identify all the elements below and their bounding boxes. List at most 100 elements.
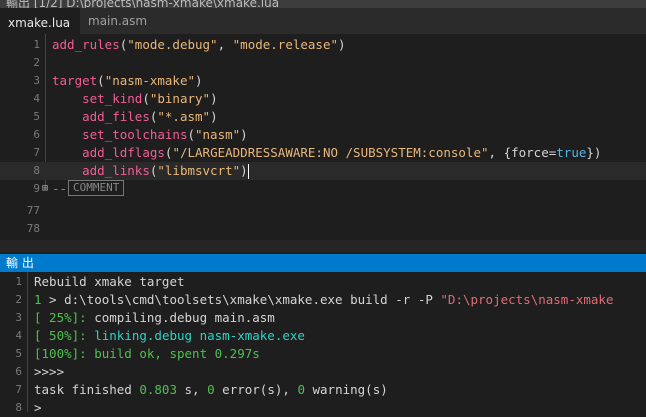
line-number: 2 xyxy=(15,293,22,306)
code-token: set_kind xyxy=(82,91,143,106)
code-token: add_ldflags xyxy=(82,145,165,160)
folded-comment-line[interactable]: 9 ⊞ -- COMMENT xyxy=(0,180,646,198)
code-token: "*.asm" xyxy=(157,109,211,124)
code-token: "binary" xyxy=(149,91,211,106)
output-line: 8 > xyxy=(0,399,646,417)
output-token: > d:\tools\cmd\toolsets\xmake\xmake.exe … xyxy=(41,292,441,307)
output-line: 4 [ 50%]: linking.debug nasm-xmake.exe xyxy=(0,327,646,345)
code-token: "/LARGEADDRESSAWARE:NO /SUBSYSTEM:consol… xyxy=(172,145,489,160)
code-token: ) xyxy=(195,73,203,88)
line-number: 3 xyxy=(33,74,40,87)
code-editor[interactable]: 1 add_rules("mode.debug", "mode.release")… xyxy=(0,34,646,240)
editor-horizontal-scrollbar[interactable] xyxy=(0,240,646,252)
output-line: 3 [ 25%]: compiling.debug main.asm xyxy=(0,309,646,327)
output-token: [100%]: build ok, spent 0.297s xyxy=(34,346,260,361)
output-panel[interactable]: 1 Rebuild xmake target 2 1 > d:\tools\cmd\t… xyxy=(0,272,646,415)
output-text: [ 25%]: compiling.debug main.asm xyxy=(34,309,275,327)
line-number: 8 xyxy=(33,164,40,177)
code-text: add_links("libmsvcrt") xyxy=(52,162,249,180)
output-panel-title: 輸 出 xyxy=(6,256,34,270)
code-text: target("nasm-xmake") xyxy=(52,72,203,90)
text-cursor xyxy=(247,164,249,179)
line-number: 78 xyxy=(26,222,40,235)
output-token: linking.debug nasm-xmake.exe xyxy=(94,328,305,343)
output-token: task finished xyxy=(34,382,140,397)
line-number: 4 xyxy=(15,329,22,342)
line-number: 4 xyxy=(33,92,40,105)
code-text: set_toolchains("nasm") xyxy=(52,126,248,144)
output-text: > xyxy=(34,399,42,417)
output-line: 5 [100%]: build ok, spent 0.297s xyxy=(0,345,646,363)
code-token: }) xyxy=(586,145,602,160)
output-token: 0.803 xyxy=(139,382,177,397)
output-token: > xyxy=(34,400,42,415)
code-token: set_toolchains xyxy=(82,127,188,142)
output-line: 6 >>>> xyxy=(0,363,646,381)
tab-main-asm[interactable]: main.asm xyxy=(80,8,156,34)
output-token: 0 xyxy=(207,382,215,397)
code-token: , { xyxy=(488,145,512,160)
comment-dashes: -- xyxy=(52,181,68,196)
code-token: ( xyxy=(97,73,105,88)
code-token: ) xyxy=(338,37,346,52)
output-token: error(s), xyxy=(214,382,298,397)
line-number: 1 xyxy=(33,38,40,51)
code-line[interactable]: 8 add_links("libmsvcrt") xyxy=(0,162,646,180)
code-token: force xyxy=(511,145,549,160)
code-text: set_kind("binary") xyxy=(52,90,218,108)
output-line: 7 task finished 0.803 s, 0 error(s), 0 wa… xyxy=(0,381,646,399)
code-token: ) xyxy=(240,163,248,178)
line-number: 77 xyxy=(26,204,40,217)
line-number: 6 xyxy=(33,128,40,141)
output-token: [ 25%]: xyxy=(34,310,87,325)
code-text: add_files("*.asm") xyxy=(52,108,217,126)
code-token: ) xyxy=(240,127,248,142)
code-token: ) xyxy=(210,91,218,106)
output-token: 0 xyxy=(297,382,305,397)
output-text: >>>> xyxy=(34,363,64,381)
output-token: Rebuild xmake target xyxy=(34,274,185,289)
output-token: compiling.debug main.asm xyxy=(86,310,275,325)
code-token: ( xyxy=(187,127,195,142)
code-token: add_rules xyxy=(52,37,120,52)
line-number: 5 xyxy=(15,347,22,360)
code-line[interactable]: 77 xyxy=(0,202,646,220)
tab-xmake-lua[interactable]: xmake.lua xyxy=(0,8,80,34)
output-panel-header: 輸 出 xyxy=(0,254,646,272)
line-number: 2 xyxy=(33,56,40,69)
line-number: 8 xyxy=(15,401,22,414)
folded-comment-badge[interactable]: COMMENT xyxy=(68,180,125,196)
code-token: true xyxy=(556,145,587,160)
code-line[interactable]: 7 add_ldflags("/LARGEADDRESSAWARE:NO /SU… xyxy=(0,144,646,162)
code-line[interactable]: 78 xyxy=(0,220,646,238)
code-line[interactable]: 1 add_rules("mode.debug", "mode.release") xyxy=(0,36,646,54)
code-token: "mode.release" xyxy=(232,37,338,52)
code-token: add_links xyxy=(82,163,150,178)
code-token: target xyxy=(52,73,98,88)
code-text: add_rules("mode.debug", "mode.release") xyxy=(52,36,346,54)
line-number: 7 xyxy=(15,383,22,396)
code-line[interactable]: 5 add_files("*.asm") xyxy=(0,108,646,126)
code-token: ( xyxy=(142,91,150,106)
output-line: 1 Rebuild xmake target xyxy=(0,273,646,291)
output-text: [ 50%]: linking.debug nasm-xmake.exe xyxy=(34,327,305,345)
line-number: 3 xyxy=(15,311,22,324)
window-title: 輸出 [1/2] D:\projects\nasm-xmake\xmake.lu… xyxy=(6,0,280,8)
code-text: add_ldflags("/LARGEADDRESSAWARE:NO /SUBS… xyxy=(52,144,601,162)
output-text: 1 > d:\tools\cmd\toolsets\xmake\xmake.ex… xyxy=(34,291,613,309)
line-number: 9 xyxy=(33,182,40,195)
code-token: "mode.debug" xyxy=(127,37,218,52)
window-titlebar: 輸出 [1/2] D:\projects\nasm-xmake\xmake.lu… xyxy=(0,0,646,8)
output-token: [ 50%]: xyxy=(34,328,87,343)
code-line[interactable]: 2 xyxy=(0,54,646,72)
line-number: 7 xyxy=(33,146,40,159)
code-line[interactable]: 3 target("nasm-xmake") xyxy=(0,72,646,90)
fold-toggle-icon[interactable]: ⊞ xyxy=(42,180,48,198)
output-token: s, xyxy=(177,382,208,397)
code-line[interactable]: 6 set_toolchains("nasm") xyxy=(0,126,646,144)
code-line[interactable]: 4 set_kind("binary") xyxy=(0,90,646,108)
